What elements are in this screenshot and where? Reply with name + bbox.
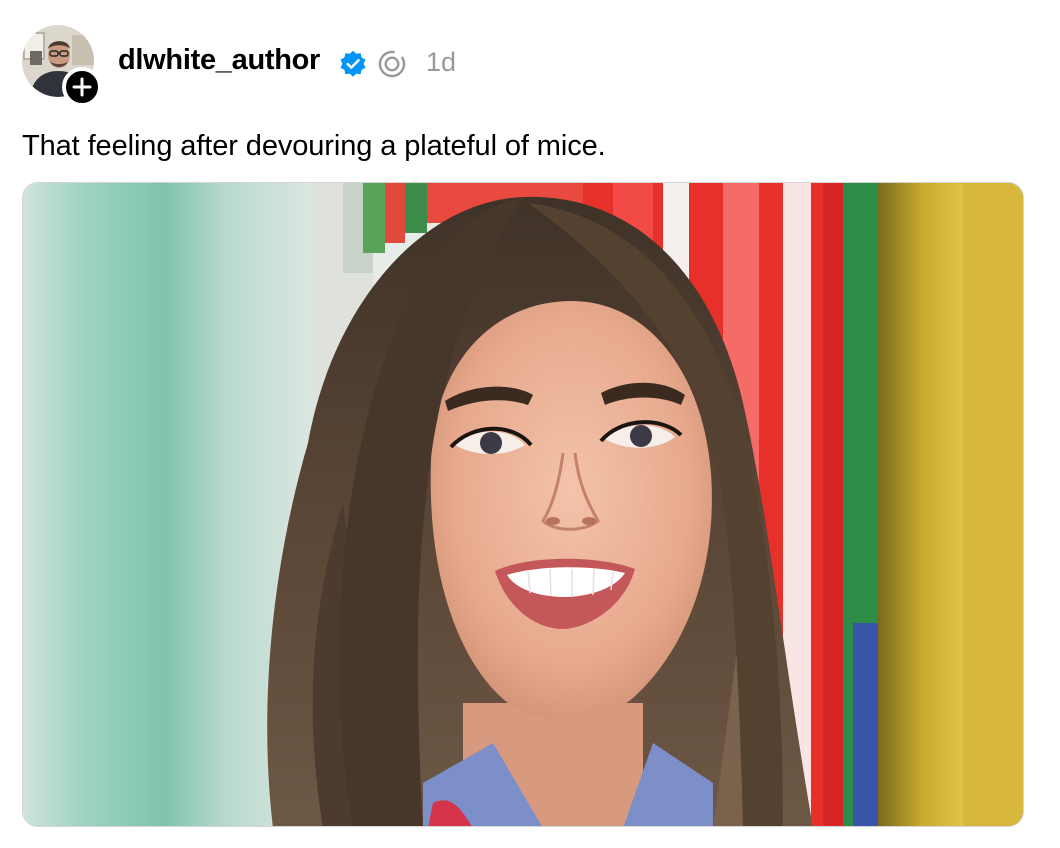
thread-post: dlwhite_author 1d That feeling after dev… xyxy=(0,0,1060,848)
verified-badge-icon xyxy=(340,50,366,77)
photo-smiling-woman-icon xyxy=(23,183,1023,826)
post-caption: That feeling after devouring a plateful … xyxy=(22,130,606,162)
post-media-photo[interactable] xyxy=(22,182,1024,827)
post-timestamp[interactable]: 1d xyxy=(426,47,456,78)
plus-icon xyxy=(72,77,92,97)
author-avatar-button[interactable] xyxy=(22,25,102,107)
threads-ring-icon[interactable] xyxy=(377,49,407,79)
follow-button[interactable] xyxy=(62,67,102,107)
author-username[interactable]: dlwhite_author xyxy=(118,44,320,77)
